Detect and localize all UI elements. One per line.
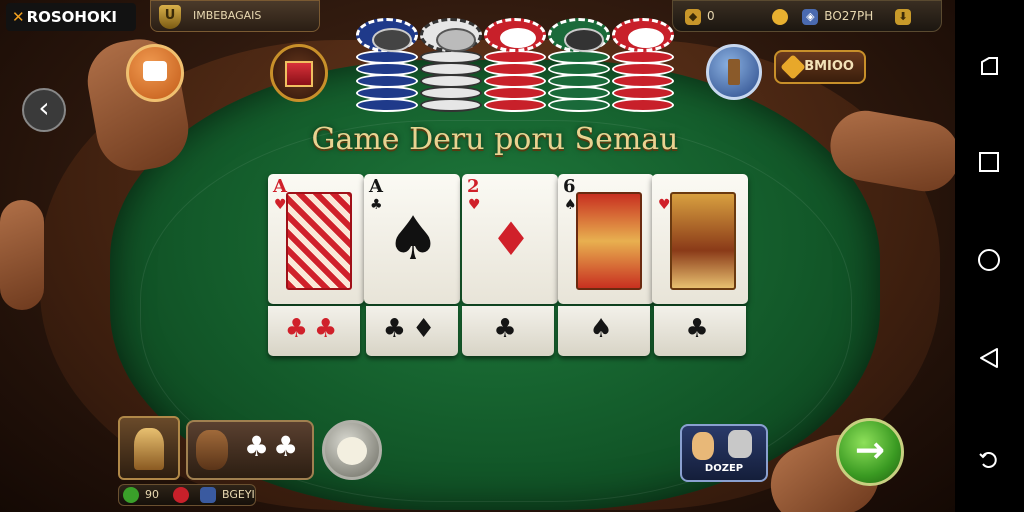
download-icon[interactable]: ⬇ <box>895 8 912 25</box>
player-avatar[interactable] <box>118 416 180 480</box>
card-suit: ♥ <box>658 197 671 213</box>
chip-stack-4 <box>548 18 610 114</box>
sheep-icon <box>337 437 367 465</box>
playing-card-3[interactable]: 2 ♥ ♦ <box>462 174 558 304</box>
gem-icon: ◆ <box>685 8 701 25</box>
emote-button[interactable] <box>126 44 184 102</box>
card-suit: ♠ <box>564 197 577 213</box>
lower-card-4[interactable]: ♠ <box>558 306 650 356</box>
currency-label: BO27PH <box>824 9 874 23</box>
chip-stack-3 <box>484 18 546 114</box>
blue-shield-icon <box>200 487 216 503</box>
card-rank: A <box>273 176 287 197</box>
card-suit: ♣ <box>370 197 383 213</box>
resource-bar[interactable]: ◆ 0 ◈ BO27PH ⬇ <box>672 0 942 32</box>
playing-card-4[interactable]: 6 ♠ <box>558 174 654 304</box>
gold-gem-icon <box>780 54 806 80</box>
sheep-emote-button[interactable] <box>322 420 382 480</box>
monkey-avatar-icon <box>196 430 228 470</box>
card-art: ♦ <box>490 212 532 266</box>
card-art <box>670 192 736 290</box>
rotate-icon[interactable] <box>977 54 1001 78</box>
back-button[interactable]: ‹ <box>22 88 66 132</box>
playing-card-2[interactable]: A ♣ ♠ <box>364 174 460 304</box>
chat-icon <box>143 61 167 81</box>
card-suit: ♥ <box>468 197 481 213</box>
card-art <box>286 192 352 290</box>
coin-icon <box>772 8 789 25</box>
robot-icon <box>728 430 752 458</box>
doze-label: DOZEP <box>704 463 744 474</box>
player-stats-bar: 90 BGEYI <box>118 484 256 506</box>
lower-card-1[interactable]: ♣♣ <box>268 306 360 356</box>
card-art <box>576 192 642 290</box>
game-scene: ✕ROSOHOKI U IMBEBAGAIS ◆ 0 ◈ BO27PH ⬇ ‹ <box>0 0 955 512</box>
green-chip-icon <box>123 487 139 503</box>
chip-stack-5 <box>612 18 674 114</box>
chip-pack-label: BMIOO <box>804 59 854 74</box>
gem-count: 0 <box>707 9 715 23</box>
hammer-icon <box>728 59 740 85</box>
level-label: IMBEBAGAIS <box>193 9 262 22</box>
level-panel[interactable]: U IMBEBAGAIS <box>150 0 320 32</box>
next-button[interactable]: → <box>836 418 904 486</box>
undo-icon[interactable] <box>977 448 1001 472</box>
chip-stack-1 <box>356 18 418 114</box>
chip-stack-2 <box>420 18 482 114</box>
level-shield-icon: U <box>159 5 181 29</box>
hand-suits: ♣♣ <box>244 430 303 463</box>
red-heart-icon <box>172 487 189 503</box>
bet-hammer-button[interactable] <box>706 44 762 100</box>
table-title: Game Deru poru Semau <box>311 122 679 157</box>
card-art: ♠ <box>386 204 440 274</box>
lower-card-3[interactable]: ♣ <box>462 306 554 356</box>
king-avatar-icon <box>134 428 164 470</box>
lower-card-5[interactable]: ♣ <box>654 306 746 356</box>
lower-card-2[interactable]: ♣♦ <box>366 306 458 356</box>
player-arm-bottom-left <box>0 200 44 310</box>
home-icon[interactable] <box>977 248 1001 272</box>
back-icon[interactable] <box>977 346 1001 370</box>
card-suit: ♥ <box>274 197 287 213</box>
character-icon <box>692 432 714 460</box>
card-rank: 2 <box>467 176 480 197</box>
card-rank: 6 <box>563 176 576 197</box>
player-hand-panel[interactable]: ♣♣ <box>186 420 314 480</box>
card-rank: A <box>369 176 383 197</box>
doze-button[interactable]: DOZEP <box>680 424 768 482</box>
playing-card-1[interactable]: A ♥ <box>268 174 364 304</box>
system-nav-bar <box>955 0 1024 512</box>
shield-icon: ◈ <box>802 8 819 25</box>
playing-card-5[interactable]: ♥ <box>652 174 748 304</box>
gift-button[interactable] <box>270 44 328 102</box>
gift-icon <box>285 61 313 87</box>
app-logo: ✕ ROSOHOKI <box>6 3 136 31</box>
recents-icon[interactable] <box>977 150 1001 174</box>
chip-pack-button[interactable]: BMIOO <box>774 50 866 84</box>
